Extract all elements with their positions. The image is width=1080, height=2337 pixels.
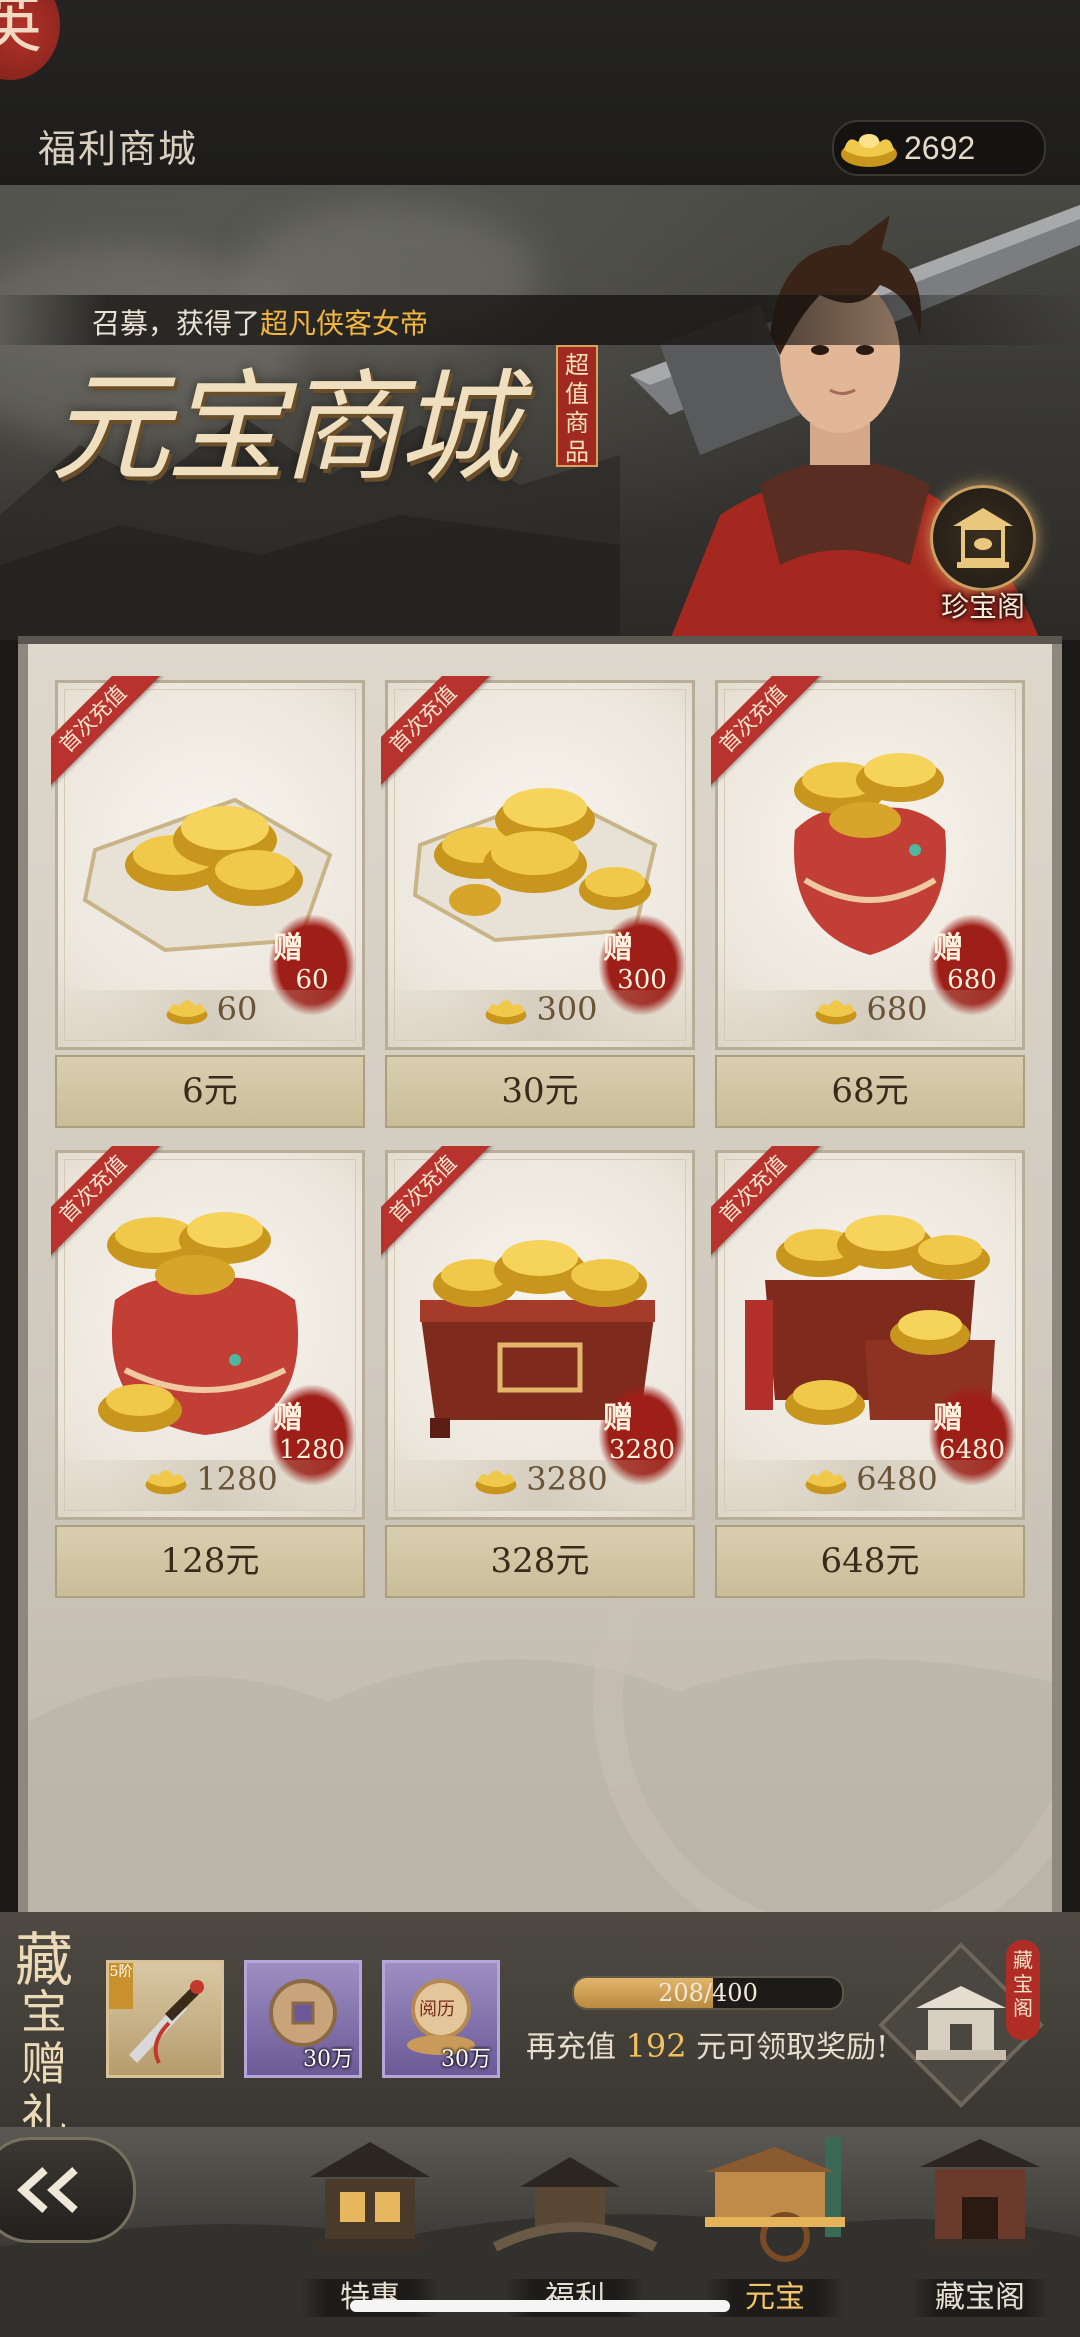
ingot-quantity: 680 bbox=[715, 990, 1025, 1040]
shop-item-card[interactable]: 首次充值 赠 1280 1280 128元 bbox=[51, 1146, 365, 1598]
gift-reward-slot[interactable]: 阅历 30万 bbox=[382, 1960, 500, 2078]
promo-banner: 召募，获得了超凡侠客女帝 元宝商城 超值商品 bbox=[0, 185, 1080, 640]
currency-amount: 2692 bbox=[904, 130, 976, 166]
gold-ingot-icon bbox=[841, 134, 897, 167]
price-button[interactable]: 6元 bbox=[55, 1055, 365, 1128]
ingot-quantity: 300 bbox=[385, 990, 695, 1040]
price-button[interactable]: 30元 bbox=[385, 1055, 695, 1128]
first-recharge-ribbon: 首次充值 bbox=[51, 1146, 171, 1266]
ingot-quantity: 6480 bbox=[715, 1460, 1025, 1510]
shop-item-card[interactable]: 首次充值 赠 680 680 68元 bbox=[711, 676, 1025, 1128]
top-bar: 英 福利商城 2692 bbox=[0, 0, 1080, 185]
gift-title: 藏 宝 赠 礼 bbox=[14, 1926, 73, 2143]
gold-ingot-icon bbox=[485, 1000, 527, 1025]
treasure-gift-panel: 藏 宝 赠 礼 5阶 30万 阅历 30万 208/400 再充值 192 元可… bbox=[0, 1912, 1080, 2142]
currency-display[interactable]: 2692 bbox=[832, 120, 1046, 176]
treasure-vault-button[interactable]: 藏宝阁 bbox=[876, 1940, 1046, 2110]
pavilion-emblem-icon bbox=[930, 485, 1036, 591]
price-button[interactable]: 68元 bbox=[715, 1055, 1025, 1128]
gold-ingot-icon bbox=[145, 1470, 187, 1495]
shop-item-card[interactable]: 首次充值 赠 60 60 6元 bbox=[51, 676, 365, 1128]
tier-tag: 5阶 bbox=[109, 1963, 133, 2009]
reward-count: 30万 bbox=[441, 2047, 491, 2072]
tab-ingots[interactable]: 元宝 bbox=[685, 2127, 865, 2317]
ingot-quantity: 60 bbox=[55, 990, 365, 1040]
nav-label: 藏宝阁 bbox=[910, 2279, 1050, 2317]
progress-text: 208/400 bbox=[658, 1979, 758, 2007]
tab-welfare[interactable]: 福利 bbox=[485, 2127, 665, 2317]
shop-item-card[interactable]: 首次充值 赠 300 300 30元 bbox=[381, 676, 695, 1128]
first-recharge-ribbon: 首次充值 bbox=[381, 1146, 501, 1266]
ingot-quantity: 3280 bbox=[385, 1460, 695, 1510]
reward-tag: 阅历 bbox=[419, 1999, 455, 2020]
first-recharge-ribbon: 首次充值 bbox=[381, 676, 501, 796]
tab-special-offer[interactable]: 特惠 bbox=[280, 2127, 460, 2317]
first-recharge-ribbon: 首次充值 bbox=[51, 676, 171, 796]
gate-building-icon bbox=[920, 2139, 1040, 2249]
first-recharge-ribbon: 首次充值 bbox=[711, 676, 831, 796]
back-button[interactable] bbox=[0, 2137, 136, 2243]
reward-count: 30万 bbox=[303, 2047, 353, 2072]
value-tag: 超值商品 bbox=[556, 345, 598, 467]
price-button[interactable]: 128元 bbox=[55, 1525, 365, 1598]
gold-ingot-icon bbox=[805, 1470, 847, 1495]
price-button[interactable]: 328元 bbox=[385, 1525, 695, 1598]
gift-reward-slot[interactable]: 30万 bbox=[244, 1960, 362, 2078]
gift-reward-slot[interactable]: 5阶 bbox=[106, 1960, 224, 2078]
first-recharge-ribbon: 首次充值 bbox=[711, 1146, 831, 1266]
recharge-progress-bar: 208/400 bbox=[572, 1976, 844, 2010]
corner-seal-icon: 英 bbox=[0, 0, 60, 80]
recharge-hint: 再充值 192 元可领取奖励! bbox=[526, 2027, 889, 2065]
pavilion-building-icon bbox=[310, 2142, 430, 2251]
shop-item-card[interactable]: 首次充值 赠 6480 6480 648元 bbox=[711, 1146, 1025, 1598]
home-indicator[interactable] bbox=[350, 2300, 730, 2312]
page-title: 福利商城 bbox=[38, 127, 199, 171]
banner-headline: 元宝商城 bbox=[50, 359, 518, 498]
double-chevron-left-icon bbox=[17, 2167, 78, 2213]
bridge-building-icon bbox=[492, 2157, 658, 2252]
gold-ingot-icon bbox=[166, 1000, 208, 1025]
treasure-pavilion-button[interactable]: 珍宝阁 bbox=[924, 485, 1042, 625]
price-button[interactable]: 648元 bbox=[715, 1525, 1025, 1598]
shop-item-card[interactable]: 首次充值 赠 3280 3280 328元 bbox=[381, 1146, 695, 1598]
market-stall-icon bbox=[705, 2137, 845, 2262]
gold-ingot-icon bbox=[475, 1470, 517, 1495]
gold-ingot-icon bbox=[815, 1000, 857, 1025]
tab-treasure-pavilion[interactable]: 藏宝阁 bbox=[890, 2127, 1070, 2317]
treasure-pavilion-label: 珍宝阁 bbox=[940, 590, 1025, 623]
vault-label: 藏宝阁 bbox=[1006, 1940, 1040, 2040]
ingot-quantity: 1280 bbox=[55, 1460, 365, 1510]
